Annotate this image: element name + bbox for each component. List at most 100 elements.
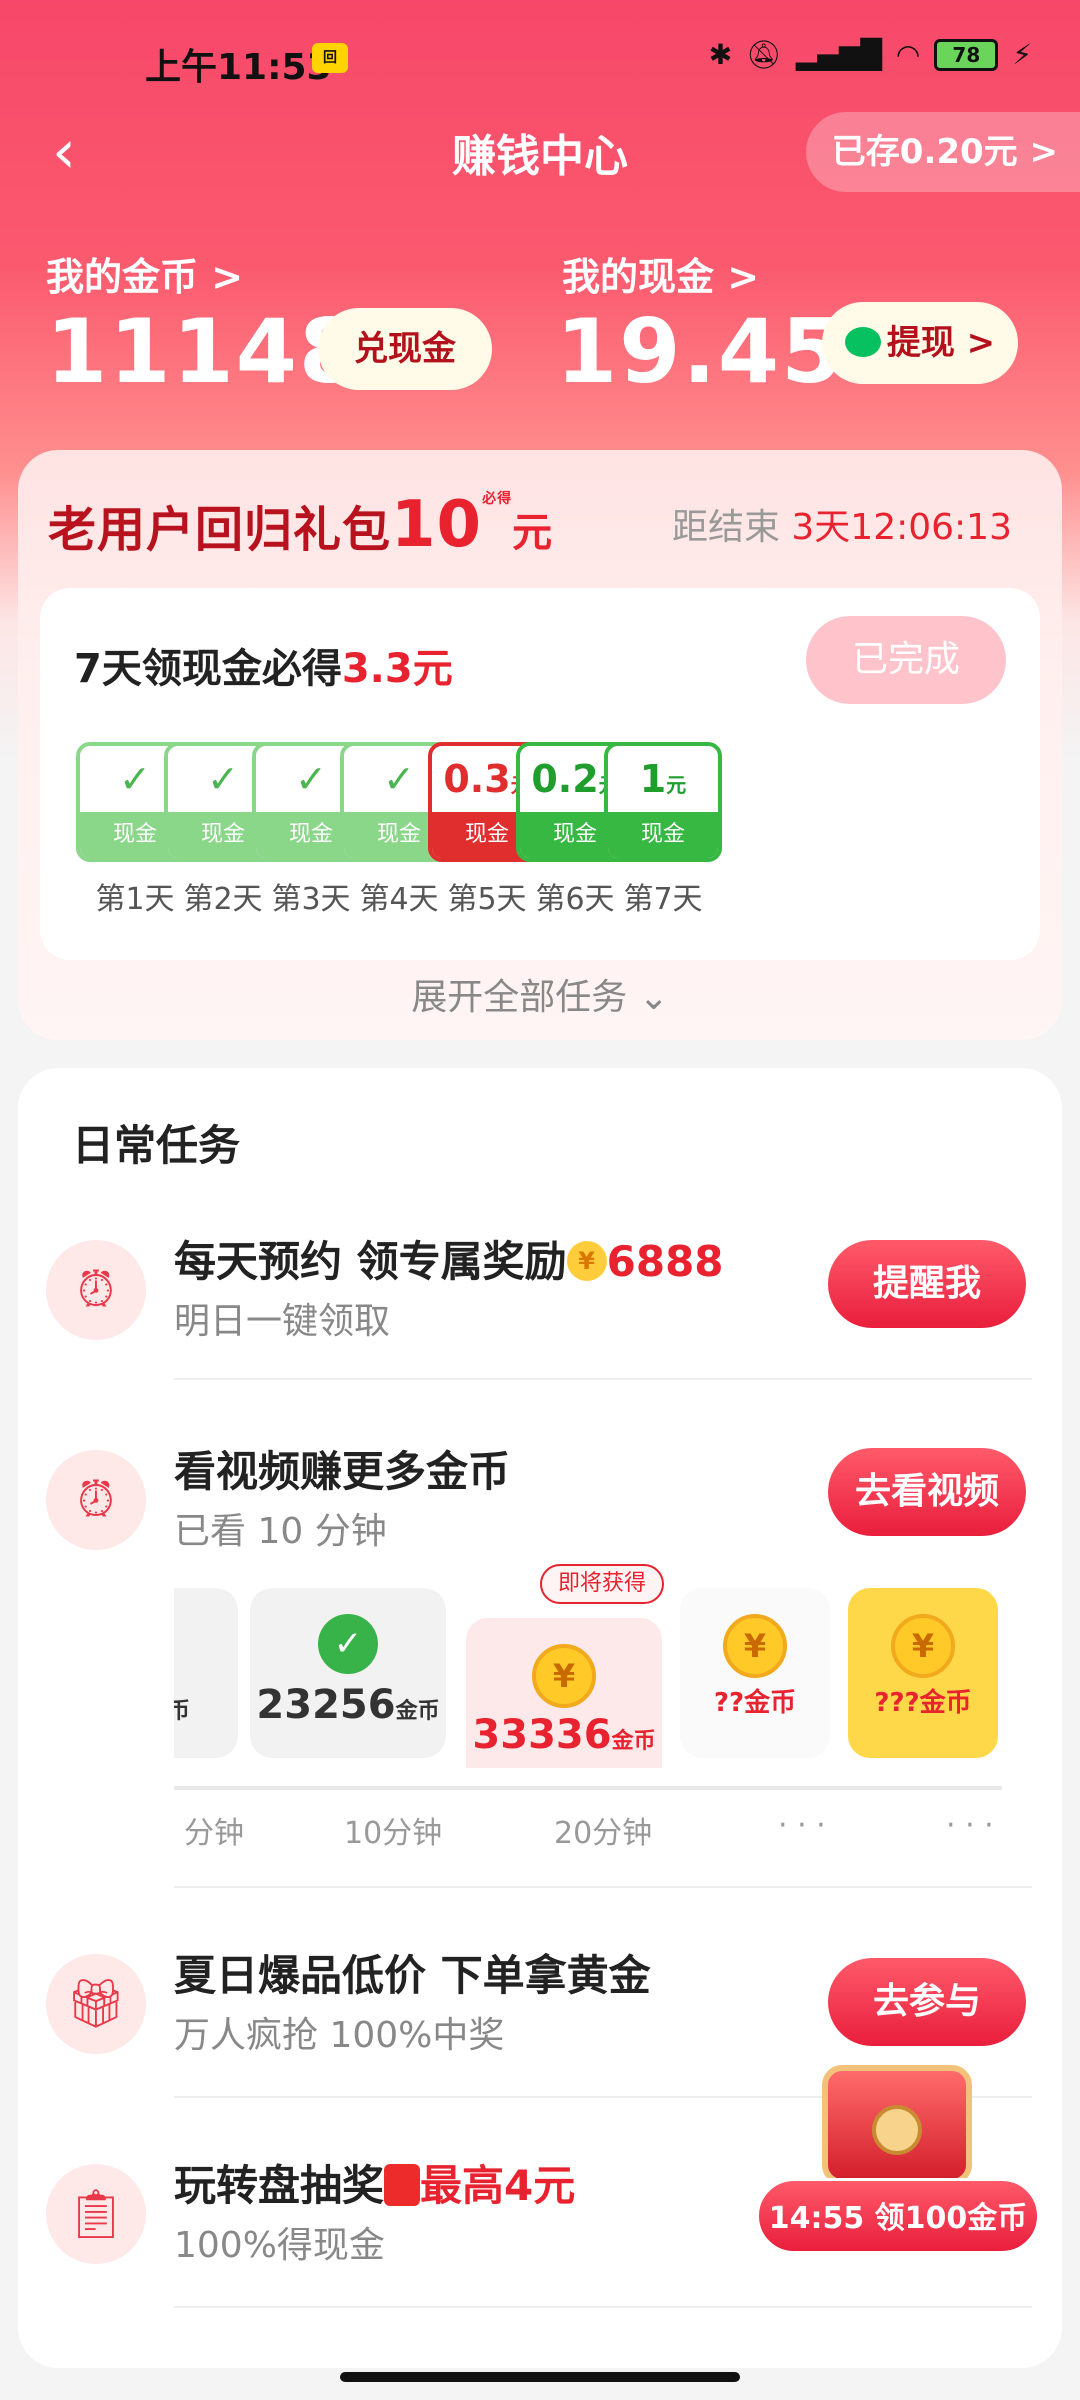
alarm-icon: ⏰︎ [46,1450,146,1550]
gift-countdown: 距结束 3天12:06:13 [672,498,1012,550]
task-title: 看视频赚更多金币 [174,1447,511,1496]
remind-me-button[interactable]: 提醒我 [828,1240,1026,1328]
reward-card-next: ¥ 33336金币 [466,1618,662,1768]
chest-timer-button[interactable]: 14:55 领100金币 [756,2178,1040,2254]
wifi-icon: ◠ [895,38,921,71]
reward-value: 33336 [472,1712,612,1758]
task-title-text: 玩转盘抽奖 [174,2161,385,2210]
home-indicator[interactable] [340,2372,740,2382]
divider [174,1886,1032,1888]
reward-value: ??? [874,1688,920,1718]
reward-value: 0.3 [443,757,511,801]
gift-title-text: 老用户回归礼包 [48,502,392,558]
reward-amount: 23256金币 [250,1682,446,1728]
chest-lock [872,2105,922,2155]
reward-value: ?? [713,1688,745,1718]
withdraw-label: 提现 > [886,323,996,363]
reward-card-done: ✓ 23256金币 [250,1588,446,1758]
divider [174,1378,1032,1380]
gift-unit: 元 [512,510,554,556]
task-highlight: 最高4元 [420,2161,576,2210]
countdown-time: 3天12:06:13 [791,507,1012,548]
expand-all-tasks-button[interactable]: 展开全部任务 ⌄ [18,968,1062,1020]
cash-value: 19.45 [556,300,845,403]
divider [174,2306,1032,2308]
seven-day-task-panel: 7天领现金必得3.3元 已完成 ✓ 现金 第1天 ✓ 现金 第2天 ✓ 现金 第3天 … [40,588,1040,960]
task-title: 每天预约 领专属奖励 ¥6888 [174,1228,724,1289]
battery-icon: 78 [934,38,999,71]
reward-card-gold: ¥ ???金币 [848,1588,998,1758]
reward-card-locked: ¥ ??金币 [680,1588,830,1758]
task-title: 夏日爆品低价 下单拿黄金 [174,1951,651,2000]
day-tile-7[interactable]: 1元 现金 第7天 [604,742,722,918]
signal-icon: ▂▄▆█ [795,38,882,71]
tick-label: 分钟 [184,1816,244,1851]
status-bar: 上午11:53 回 ✱ 🔕︎ ▂▄▆█ ◠ 78 ⚡ [0,0,1080,120]
bluetooth-icon: ✱ [708,38,733,71]
participate-button[interactable]: 去参与 [828,1958,1026,2046]
reward-amount: 1元 [608,746,718,812]
countdown-prefix: 距结束 [671,507,780,548]
coins-value: 11148 [46,300,363,403]
task-subtitle: 万人疯抢 100%中奖 [174,2015,505,2056]
reward-unit: 金币 [744,1688,797,1718]
tick-label: 10分钟 [344,1816,443,1851]
tick-label: 20分钟 [554,1816,653,1851]
reward-value: 1 [639,757,667,801]
returning-user-gift-card: 老用户回归礼包10必得元 距结束 3天12:06:13 7天领现金必得3.3元 … [18,450,1062,1040]
completed-button[interactable]: 已完成 [806,616,1006,704]
reward-amount: 33336金币 [466,1712,662,1758]
reward-unit: 元 [666,773,687,797]
wechat-icon [844,326,881,357]
reward-amount: 76金币 [174,1682,238,1728]
coin-stack-icon: ¥ [891,1614,955,1678]
video-reward-strip[interactable]: ✓ 76金币 ✓ 23256金币 ¥ 33336金币 ¥ ??金币 ¥ ???金… [174,1588,1044,1768]
gift-icon: 🎁︎ [46,1954,146,2054]
day-tiles: ✓现金 第1天 ✓现金 第2天 ✓现金 第3天 ✓现金 第4天 0.3元现金 第… [76,742,1006,917]
task-title: 玩转盘抽奖 最高4元 [174,2152,575,2213]
my-coins-link[interactable]: 我的金币 > [46,246,243,301]
gift-amount: 10 [391,488,483,562]
seven-day-title-text: 7天领现金必得 [74,646,342,692]
task-title-text: 每天预约 领专属奖励 [174,1237,567,1286]
alarm-icon: ⏰︎ [46,1240,146,1340]
task-highlight: 6888 [606,1237,724,1286]
charging-icon: ⚡ [1012,38,1032,71]
withdraw-button[interactable]: 提现 > [822,302,1018,384]
reward-value: 23256 [256,1682,396,1728]
treasure-chest-icon[interactable] [812,2055,982,2195]
coin-icon: ¥ [723,1614,787,1678]
daily-tasks-title: 日常任务 [72,1121,241,1170]
task-subtitle: 已看 10 分钟 [174,1511,387,1552]
reward-card-done: ✓ 76金币 [174,1588,238,1758]
day-label: 第7天 [623,882,703,917]
tick-label: · · · [778,1808,826,1843]
reward-unit: 金币 [395,1699,440,1724]
check-icon: ✓ [318,1614,378,1674]
clipboard-icon: 📋︎ [46,2164,146,2264]
coin-icon: ¥ [532,1644,596,1708]
tick-label: · · · [946,1808,994,1843]
gift-title: 老用户回归礼包10必得元 [48,488,553,562]
red-packet-icon [384,2163,421,2206]
reward-amount: ???金币 [848,1682,998,1719]
app-notification-icon: 回 [312,43,348,73]
coming-soon-tag: 即将获得 [540,1564,664,1604]
cash-tag: 现金 [608,812,718,858]
my-cash-link[interactable]: 我的现金 > [562,246,759,301]
task-subtitle: 明日一键领取 [174,1301,391,1342]
coin-icon: ¥ [566,1240,607,1281]
reward-amount: ??金币 [680,1682,830,1719]
saved-amount-button[interactable]: 已存0.20元 > [805,112,1080,192]
seven-day-amount: 3.3元 [341,646,453,692]
seven-day-title: 7天领现金必得3.3元 [74,636,453,694]
reward-unit: 金币 [174,1699,190,1724]
reward-unit: 金币 [919,1688,972,1718]
reward-unit: 金币 [611,1729,656,1754]
watch-video-button[interactable]: 去看视频 [828,1448,1026,1536]
task-subtitle: 100%得现金 [174,2225,385,2266]
gift-must-tag: 必得 [482,491,513,507]
reward-value: 0.2 [531,757,599,801]
mute-icon: 🔕︎ [746,38,782,71]
exchange-cash-button[interactable]: 兑现金 [318,308,492,390]
